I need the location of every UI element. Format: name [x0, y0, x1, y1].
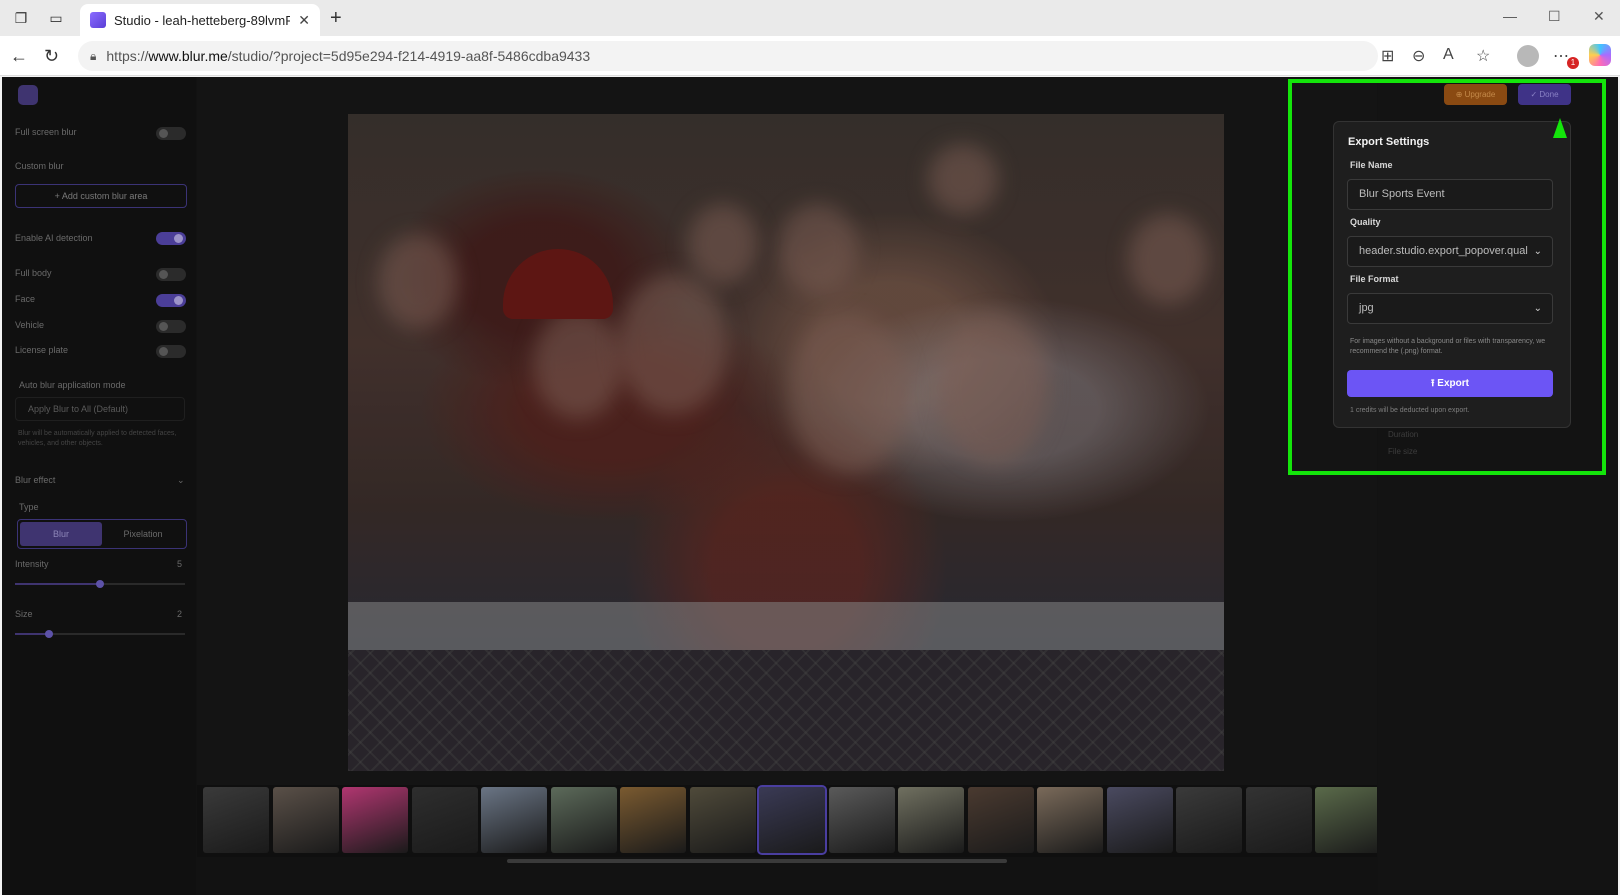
notification-badge: 1: [1567, 57, 1579, 69]
filmstrip-thumbnail[interactable]: [898, 787, 964, 853]
filmstrip-thumbnail[interactable]: [342, 787, 408, 853]
filmstrip-scrollbar[interactable]: [197, 857, 1377, 865]
left-settings-panel: Full screen blur Custom blur + Add custo…: [2, 77, 196, 895]
fullscreen-blur-toggle[interactable]: [156, 127, 186, 140]
size-slider[interactable]: [15, 630, 185, 638]
url-field[interactable]: 🔒︎ https://www.blur.me/studio/?project=5…: [78, 41, 1378, 71]
photo-dim-overlay: [348, 114, 1224, 771]
size-slider-fill: [15, 633, 49, 635]
size-label: Size: [15, 609, 33, 619]
filmstrip-thumbnail[interactable]: [967, 787, 1034, 853]
tab-actions-icon[interactable]: ▭: [47, 9, 65, 27]
filmstrip-thumbnail[interactable]: [620, 787, 686, 853]
auto-mode-select[interactable]: Apply Blur to All (Default): [15, 397, 185, 421]
vehicle-label: Vehicle: [15, 320, 45, 330]
type-label: Type: [19, 502, 39, 512]
filmstrip-thumbnail[interactable]: [481, 787, 547, 853]
full-body-label: Full body: [15, 268, 52, 278]
browser-tab[interactable]: Studio - leah-hetteberg-89lvmRZ ✕: [80, 4, 320, 36]
filmstrip-thumbnail[interactable]: [1315, 787, 1377, 853]
add-custom-blur-area-button[interactable]: + Add custom blur area: [15, 184, 187, 208]
filmstrip-thumbnail[interactable]: [411, 787, 478, 853]
maximize-icon[interactable]: ☐: [1548, 8, 1561, 25]
profile-avatar[interactable]: [1517, 45, 1539, 67]
blur-type-selector: Blur Pixelation: [17, 519, 187, 549]
filmstrip-thumbnail[interactable]: [1245, 787, 1312, 853]
filmstrip-thumbnail[interactable]: [757, 785, 827, 855]
browser-tab-bar: ❐ ▭ Studio - leah-hetteberg-89lvmRZ ✕ + …: [0, 0, 1620, 36]
filmstrip-thumbnail[interactable]: [550, 787, 617, 853]
intensity-slider-knob[interactable]: [96, 580, 104, 588]
favorite-star-icon[interactable]: ☆: [1476, 46, 1490, 66]
filmstrip-thumbnail[interactable]: [203, 787, 269, 853]
close-window-icon[interactable]: ✕: [1593, 8, 1605, 25]
lock-icon[interactable]: 🔒︎: [90, 49, 96, 64]
workspaces-icon[interactable]: ❐: [12, 9, 30, 27]
size-value: 2: [177, 609, 183, 619]
vehicle-toggle[interactable]: [156, 320, 186, 333]
filmstrip-thumbnail[interactable]: [272, 787, 339, 853]
blurme-logo[interactable]: [18, 85, 38, 105]
chevron-down-icon[interactable]: ⌄: [177, 475, 185, 486]
intensity-value: 5: [177, 559, 183, 569]
filmstrip-thumbnail[interactable]: [689, 787, 756, 853]
type-option-pixelation[interactable]: Pixelation: [102, 522, 184, 546]
blurred-crowd-photo[interactable]: [348, 114, 1224, 771]
blur-effect-heading[interactable]: Blur effect: [15, 475, 55, 485]
full-body-toggle[interactable]: [156, 268, 186, 281]
intensity-label: Intensity: [15, 559, 49, 569]
intensity-slider[interactable]: [15, 580, 185, 588]
enable-ai-label: Enable AI detection: [15, 233, 93, 243]
tab-title: Studio - leah-hetteberg-89lvmRZ: [114, 12, 291, 28]
auto-mode-title: Auto blur application mode: [19, 380, 126, 390]
refresh-icon[interactable]: ↻: [44, 46, 59, 67]
new-tab-icon[interactable]: +: [330, 7, 342, 30]
license-plate-toggle[interactable]: [156, 345, 186, 358]
filmstrip-thumbnail[interactable]: [1176, 787, 1242, 853]
fullscreen-blur-label: Full screen blur: [15, 127, 77, 137]
license-plate-label: License plate: [15, 345, 69, 355]
intensity-slider-fill: [15, 583, 100, 585]
filmstrip-thumbnail[interactable]: [1106, 787, 1173, 853]
close-tab-icon[interactable]: ✕: [298, 12, 310, 29]
annotation-pointer-icon: [1553, 118, 1567, 138]
type-option-blur[interactable]: Blur: [20, 522, 102, 546]
face-toggle[interactable]: [156, 294, 186, 307]
filmstrip-thumbnail[interactable]: [1037, 787, 1103, 853]
blurme-favicon-icon: [90, 12, 106, 28]
filmstrip: [197, 785, 1377, 865]
scrollbar-thumb[interactable]: [507, 859, 1007, 863]
address-bar-row: ← ↻ 🔒︎ https://www.blur.me/studio/?proje…: [0, 36, 1620, 76]
copilot-icon[interactable]: [1589, 44, 1611, 66]
auto-mode-note: Blur will be automatically applied to de…: [18, 430, 177, 447]
read-aloud-icon[interactable]: A: [1443, 46, 1454, 64]
filmstrip-thumbnail[interactable]: [828, 787, 895, 853]
minimize-icon[interactable]: —: [1503, 8, 1517, 24]
size-slider-knob[interactable]: [45, 630, 53, 638]
face-label: Face: [15, 294, 36, 304]
zoom-out-icon[interactable]: ⊖: [1412, 46, 1425, 66]
annotation-highlight-box: [1288, 79, 1606, 475]
app-available-icon[interactable]: ⊞: [1381, 46, 1394, 66]
url-text: https://www.blur.me/studio/?project=5d95…: [106, 48, 591, 64]
back-icon[interactable]: ←: [10, 46, 28, 67]
enable-ai-toggle[interactable]: [156, 232, 186, 245]
custom-blur-label: Custom blur: [15, 161, 64, 171]
